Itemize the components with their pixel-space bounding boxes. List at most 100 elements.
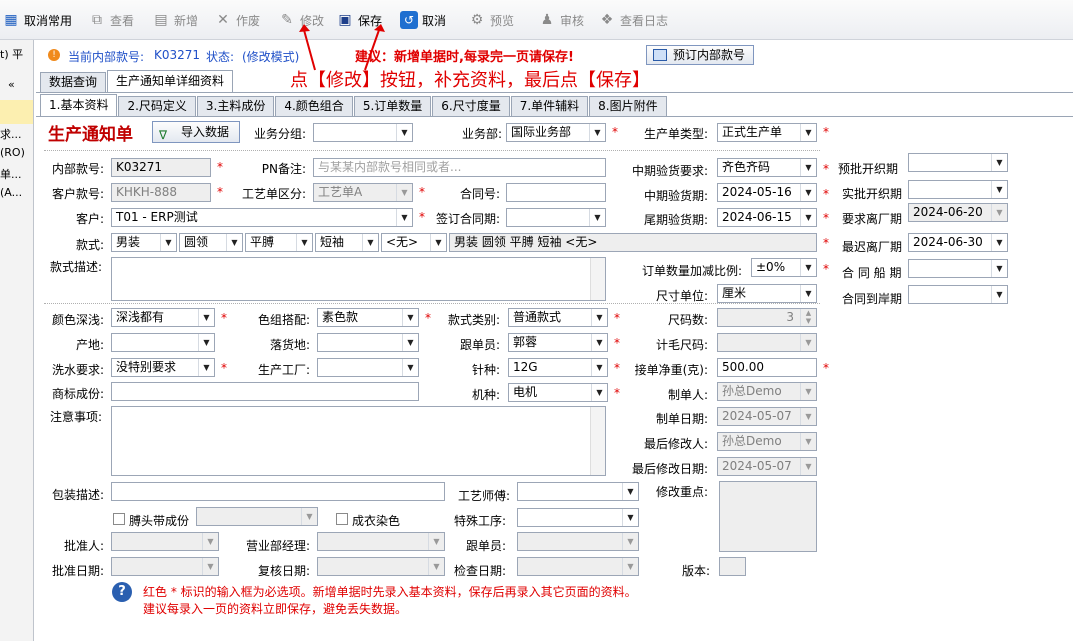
tab-material[interactable]: 3.主料成份 bbox=[196, 96, 275, 116]
biz-dept-select[interactable]: 国际业务部 ▼ bbox=[506, 123, 606, 142]
follower-select[interactable]: 郭蓉 ▼ bbox=[508, 333, 608, 352]
last-mod-select[interactable]: 孙总Demo ▼ bbox=[717, 432, 817, 451]
import-data-button[interactable]: ∇ 导入数据 bbox=[152, 121, 240, 143]
brand-input[interactable] bbox=[111, 382, 419, 401]
chevron-down-icon: ▼ bbox=[202, 558, 218, 575]
chevron-down-icon: ▼ bbox=[800, 383, 816, 400]
tab-size-definition[interactable]: 2.尺码定义 bbox=[118, 96, 196, 116]
color-depth-select[interactable]: 深浅都有 ▼ bbox=[111, 308, 215, 327]
customer-select[interactable]: T01 - ERP测试 ▼ bbox=[111, 208, 413, 227]
audit-button[interactable]: ♟ 审核 bbox=[538, 8, 584, 32]
left-pane-header[interactable]: t) 平 bbox=[0, 46, 33, 62]
shoulder-checkbox[interactable] bbox=[113, 513, 125, 525]
sign-date-select[interactable]: ▼ bbox=[506, 208, 606, 227]
chevron-down-icon: ▼ bbox=[396, 184, 412, 201]
version-field[interactable] bbox=[719, 557, 746, 576]
stepper-icon[interactable]: ▲ ▼ bbox=[800, 309, 816, 326]
add-button[interactable]: ▤ 新增 bbox=[152, 8, 198, 32]
focus-textarea[interactable] bbox=[719, 481, 817, 552]
net-weight-input[interactable]: 500.00 bbox=[717, 358, 817, 377]
color-match-select[interactable]: 素色款 ▼ bbox=[317, 308, 419, 327]
machine-select[interactable]: 电机 ▼ bbox=[508, 383, 608, 402]
style-collar-select[interactable]: 圆领 ▼ bbox=[179, 233, 243, 252]
scrollbar[interactable] bbox=[590, 407, 605, 475]
tab-images[interactable]: 8.图片附件 bbox=[589, 96, 667, 116]
real-open-date[interactable]: ▼ bbox=[908, 180, 1008, 199]
view-button[interactable]: ⧉ 查看 bbox=[88, 8, 134, 32]
cancel-common-button[interactable]: ▦ 取消常用 bbox=[2, 8, 72, 32]
pre-open-date[interactable]: ▼ bbox=[908, 153, 1008, 172]
required-star: * bbox=[221, 311, 227, 325]
style-extra-select[interactable]: <无> ▼ bbox=[381, 233, 447, 252]
style-desc-textarea[interactable] bbox=[111, 257, 606, 301]
chevron-down-icon: ▼ bbox=[991, 204, 1007, 221]
tab-basic-info[interactable]: 1.基本资料 bbox=[40, 94, 118, 116]
left-item[interactable]: (A... bbox=[0, 186, 33, 199]
review-date-select[interactable]: ▼ bbox=[317, 557, 445, 576]
biz-group-select[interactable]: ▼ bbox=[313, 123, 413, 142]
craftsman-select[interactable]: ▼ bbox=[517, 482, 639, 501]
style-gender-select[interactable]: 男装 ▼ bbox=[111, 233, 177, 252]
chevron-down-icon: ▼ bbox=[591, 334, 607, 351]
drop-select[interactable]: ▼ bbox=[317, 333, 419, 352]
scrollbar[interactable] bbox=[590, 258, 605, 300]
tab-measure[interactable]: 6.尺寸度量 bbox=[432, 96, 510, 116]
chevron-down-icon: ▼ bbox=[991, 181, 1007, 198]
view-log-button[interactable]: ❖ 查看日志 bbox=[598, 8, 668, 32]
tab-data-query[interactable]: 数据查询 bbox=[40, 72, 107, 92]
reserve-no-button[interactable]: 预订内部款号 bbox=[646, 45, 754, 65]
origin-select[interactable]: ▼ bbox=[111, 333, 215, 352]
notes-textarea[interactable] bbox=[111, 406, 606, 476]
required-star: * bbox=[823, 162, 829, 176]
follower2-select[interactable]: ▼ bbox=[517, 532, 639, 551]
tab-color[interactable]: 4.颜色组合 bbox=[275, 96, 353, 116]
req-leave-date[interactable]: 2024-06-20 ▼ bbox=[908, 203, 1008, 222]
preview-button[interactable]: ⚙ 预览 bbox=[468, 8, 514, 32]
approve-date-select[interactable]: ▼ bbox=[111, 557, 219, 576]
wash-select[interactable]: 没特别要求 ▼ bbox=[111, 358, 215, 377]
contract-input[interactable] bbox=[506, 183, 606, 202]
gauge-select[interactable]: 12G ▼ bbox=[508, 358, 608, 377]
left-item[interactable]: 单... bbox=[0, 166, 33, 182]
arrive-date[interactable]: ▼ bbox=[908, 285, 1008, 304]
left-item-selected[interactable] bbox=[0, 100, 33, 124]
dye-checkbox[interactable] bbox=[336, 513, 348, 525]
dept-mgr-select[interactable]: ▼ bbox=[317, 532, 445, 551]
qty-ratio-select[interactable]: ±0% ▼ bbox=[751, 258, 817, 277]
cust-no-field[interactable]: KHKH-888 bbox=[111, 183, 211, 202]
style-shoulder-select[interactable]: 平膊 ▼ bbox=[245, 233, 313, 252]
ship-label: 合 同 船 期 bbox=[842, 266, 902, 280]
late-leave-date[interactable]: 2024-06-30 ▼ bbox=[908, 233, 1008, 252]
tab-accessory[interactable]: 7.单件辅料 bbox=[510, 96, 589, 116]
ship-date[interactable]: ▼ bbox=[908, 259, 1008, 278]
tab-order-qty[interactable]: 5.订单数量 bbox=[353, 96, 432, 116]
collapse-icon[interactable]: « bbox=[8, 78, 28, 91]
maker-select[interactable]: 孙总Demo ▼ bbox=[717, 382, 817, 401]
hair-select[interactable]: ▼ bbox=[717, 333, 817, 352]
approver-select[interactable]: ▼ bbox=[111, 532, 219, 551]
craftsman-label: 工艺师傅: bbox=[457, 489, 510, 503]
size-count-stepper[interactable]: 3 ▲ ▼ bbox=[717, 308, 817, 327]
left-item[interactable]: (RO) bbox=[0, 146, 33, 159]
tab-detail[interactable]: 生产通知单详细资料 bbox=[107, 70, 234, 92]
hint-line-1: 红色 * 标识的输入框为必选项。新增单据时先录入基本资料，保存后再录入其它页面的… bbox=[143, 585, 637, 599]
pn-input[interactable]: 与某某内部款号相同或者... bbox=[313, 158, 606, 177]
make-date-select[interactable]: 2024-05-07 ▼ bbox=[717, 407, 817, 426]
inner-no-field[interactable]: K03271 bbox=[111, 158, 211, 177]
style-sleeve-select[interactable]: 短袖 ▼ bbox=[315, 233, 379, 252]
last-mod-date-select[interactable]: 2024-05-07 ▼ bbox=[717, 457, 817, 476]
void-button[interactable]: ✕ 作废 bbox=[214, 8, 260, 32]
size-unit-select[interactable]: 厘米 ▼ bbox=[717, 284, 817, 303]
factory-select[interactable]: ▼ bbox=[317, 358, 419, 377]
mid-req-select[interactable]: 齐色齐码 ▼ bbox=[717, 158, 817, 177]
shoulder-select[interactable]: ▼ bbox=[196, 507, 318, 526]
pack-input[interactable] bbox=[111, 482, 445, 501]
craft-select[interactable]: 工艺单A ▼ bbox=[313, 183, 413, 202]
special-select[interactable]: ▼ bbox=[517, 508, 639, 527]
prod-type-select[interactable]: 正式生产单 ▼ bbox=[717, 123, 817, 142]
check-date-select[interactable]: ▼ bbox=[517, 557, 639, 576]
style-cat-select[interactable]: 普通款式 ▼ bbox=[508, 308, 608, 327]
mid-date-select[interactable]: 2024-05-16 ▼ bbox=[717, 183, 817, 202]
final-date-select[interactable]: 2024-06-15 ▼ bbox=[717, 208, 817, 227]
left-item[interactable]: 求... bbox=[0, 126, 33, 142]
